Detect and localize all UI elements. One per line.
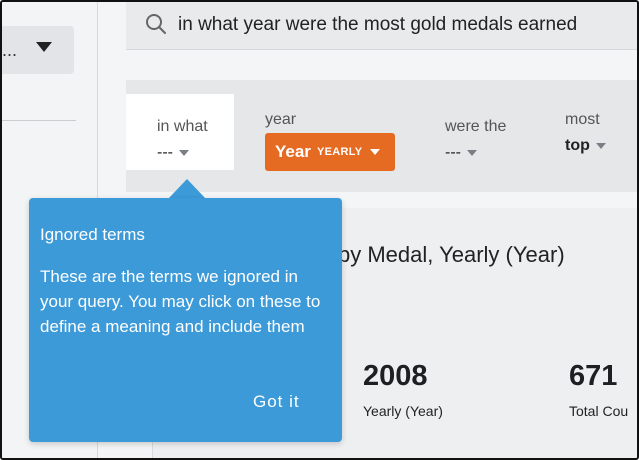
token-value[interactable]: --- bbox=[157, 144, 208, 162]
chart-title: by Medal, Yearly (Year) bbox=[338, 242, 565, 267]
tooltip-arrow bbox=[168, 179, 206, 199]
got-it-button[interactable]: Got it bbox=[247, 390, 306, 414]
token-label: most bbox=[565, 111, 600, 128]
app-frame: ... in what year were the most gold meda… bbox=[0, 0, 639, 460]
token-year-label: year bbox=[265, 111, 296, 129]
token-in-what[interactable]: in what --- bbox=[157, 118, 208, 162]
ignored-terms-tooltip: Ignored terms These are the terms we ign… bbox=[29, 198, 342, 442]
kpi-value: 671 bbox=[569, 360, 618, 392]
token-granularity: YEARLY bbox=[316, 146, 363, 158]
chevron-down-icon bbox=[595, 142, 606, 149]
kpi-label: Yearly (Year) bbox=[363, 403, 443, 419]
source-select[interactable]: ... bbox=[2, 26, 74, 74]
kpi-label: Total Cou bbox=[569, 403, 629, 419]
token-label: in what bbox=[157, 118, 208, 135]
token-value[interactable]: top bbox=[565, 137, 606, 155]
token-label: year bbox=[265, 111, 297, 128]
search-bar[interactable]: in what year were the most gold medals e… bbox=[126, 2, 637, 50]
token-were-the[interactable]: were the --- bbox=[445, 118, 506, 162]
kpi-value: 2008 bbox=[363, 360, 428, 392]
chevron-down-icon bbox=[466, 149, 477, 156]
source-select-value: ... bbox=[2, 40, 18, 60]
search-icon bbox=[146, 14, 166, 34]
token-most[interactable]: most top bbox=[565, 111, 606, 155]
search-input[interactable]: in what year were the most gold medals e… bbox=[178, 14, 577, 36]
tooltip-body: These are the terms we ignored in your q… bbox=[40, 267, 321, 336]
chevron-down-icon bbox=[178, 149, 189, 156]
chevron-down-icon bbox=[370, 149, 381, 155]
tooltip-heading: Ignored terms bbox=[40, 225, 145, 244]
caret-down-icon bbox=[36, 42, 52, 52]
divider bbox=[2, 120, 76, 121]
token-value: Year bbox=[275, 142, 311, 161]
token-year-pill[interactable]: Year YEARLY bbox=[265, 133, 395, 171]
token-label: were the bbox=[445, 118, 507, 135]
token-value[interactable]: --- bbox=[445, 144, 506, 162]
